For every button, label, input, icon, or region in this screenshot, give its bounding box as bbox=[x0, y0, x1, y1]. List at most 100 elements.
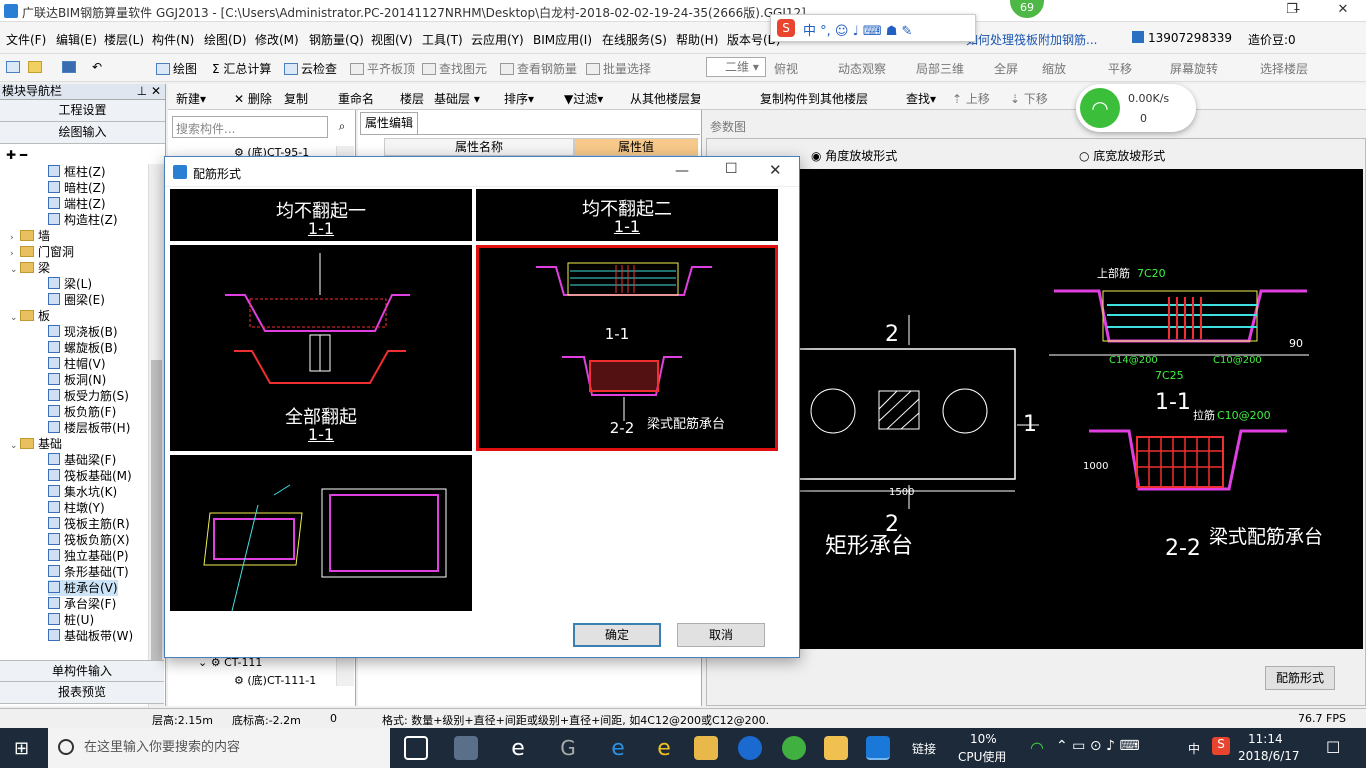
menu-file[interactable]: 文件(F) bbox=[6, 31, 46, 48]
radio-width-slope[interactable]: ○ 底宽放坡形式 bbox=[1079, 147, 1165, 164]
restore-button[interactable]: ❐ bbox=[1282, 2, 1302, 20]
find-element-button[interactable]: 查找图元 bbox=[422, 60, 487, 77]
filter-button[interactable]: ▼过滤▾ bbox=[564, 90, 603, 107]
floor-select[interactable]: 基础层 ▾ bbox=[434, 90, 480, 107]
copy-button[interactable]: 复制 bbox=[284, 90, 308, 107]
menu-component[interactable]: 构件(N) bbox=[152, 31, 194, 48]
draw-button[interactable]: 绘图 bbox=[156, 60, 197, 77]
top-view-button[interactable]: 俯视 bbox=[774, 60, 798, 77]
taskbar-search-input[interactable]: 在这里输入你要搜索的内容 bbox=[48, 728, 390, 768]
batch-select-button[interactable]: 批量选择 bbox=[586, 60, 651, 77]
fullscreen-button[interactable]: 全屏 bbox=[994, 60, 1018, 77]
notice-link[interactable]: 如何处理筏板附加钢筋... bbox=[966, 31, 1097, 48]
task-view-icon[interactable] bbox=[404, 736, 428, 760]
nav-item-26[interactable]: 桩承台(V) bbox=[48, 580, 118, 596]
single-input-button[interactable]: 单构件输入 bbox=[0, 660, 164, 682]
expand-collapse-icon[interactable]: ✚ ━ bbox=[0, 144, 165, 162]
option-beam-cap[interactable]: 1-1 2-2 梁式配筋承台 bbox=[476, 245, 778, 451]
menu-draw[interactable]: 绘图(D) bbox=[204, 31, 247, 48]
search-icon[interactable]: ⌕ bbox=[332, 116, 352, 138]
fan-app-icon[interactable] bbox=[454, 736, 478, 760]
nav-item-2[interactable]: 端柱(Z) bbox=[48, 196, 106, 212]
nav-scrollbar[interactable] bbox=[148, 164, 164, 738]
dialog-close-button[interactable]: ✕ bbox=[769, 161, 782, 179]
screen-rotate-button[interactable]: 屏幕旋转 bbox=[1170, 60, 1218, 77]
option-all-bent[interactable]: 全部翻起 1-1 bbox=[170, 245, 472, 451]
dialog-maximize-button[interactable]: ☐ bbox=[725, 161, 738, 177]
zoom-button[interactable]: 缩放 bbox=[1042, 60, 1066, 77]
new-file-icon[interactable] bbox=[6, 60, 23, 74]
rename-button[interactable]: 重命名 bbox=[338, 90, 374, 107]
new-component-button[interactable]: 新建▾ bbox=[176, 90, 206, 107]
option-cap-plan[interactable] bbox=[170, 455, 472, 611]
user-phone[interactable]: 13907298339 bbox=[1132, 31, 1232, 45]
ime-lang-icon[interactable]: 中 °, ☺ ♩ ⌨ ☗ ✎ bbox=[803, 20, 912, 39]
explorer-icon[interactable] bbox=[694, 736, 718, 760]
menu-floor[interactable]: 楼层(L) bbox=[104, 31, 144, 48]
nav-item-11[interactable]: 螺旋板(B) bbox=[48, 340, 118, 356]
undo-icon[interactable]: ↶ bbox=[92, 60, 102, 74]
menu-modify[interactable]: 修改(M) bbox=[255, 31, 299, 48]
copy-to-floor-button[interactable]: 复制构件到其他楼层 bbox=[760, 90, 868, 107]
select-floor-button[interactable]: 选择楼层 bbox=[1260, 60, 1308, 77]
nav-item-14[interactable]: 板受力筋(S) bbox=[48, 388, 129, 404]
nav-item-24[interactable]: 独立基础(P) bbox=[48, 548, 129, 564]
nav-item-7[interactable]: 梁(L) bbox=[48, 276, 92, 292]
menu-tools[interactable]: 工具(T) bbox=[422, 31, 463, 48]
nav-item-5[interactable]: › 门窗洞 bbox=[10, 244, 74, 260]
menu-edit[interactable]: 编辑(E) bbox=[56, 31, 97, 48]
menu-rebar-qty[interactable]: 钢筋量(Q) bbox=[309, 31, 364, 48]
view-mode-select[interactable]: 二维 ▾ bbox=[706, 57, 766, 77]
nav-item-28[interactable]: 桩(U) bbox=[48, 612, 94, 628]
cost-beans[interactable]: 造价豆:0 bbox=[1248, 31, 1296, 48]
wifi-widget[interactable]: ◠ 0.00K/s 0 bbox=[1076, 84, 1196, 132]
nav-item-1[interactable]: 暗柱(Z) bbox=[48, 180, 106, 196]
cloud-check-button[interactable]: 云检查 bbox=[284, 60, 337, 77]
close-window-button[interactable]: ✕ bbox=[1320, 0, 1366, 22]
tree-toggle-icon[interactable]: ⌄ bbox=[10, 438, 20, 454]
clock-date[interactable]: 2018/6/17 bbox=[1238, 749, 1300, 763]
nav-item-27[interactable]: 承台梁(F) bbox=[48, 596, 116, 612]
nav-item-17[interactable]: ⌄ 基础 bbox=[10, 436, 62, 452]
ime-lang[interactable]: 中 bbox=[1188, 740, 1200, 757]
nav-item-29[interactable]: 基础板带(W) bbox=[48, 628, 133, 644]
tree-toggle-icon[interactable]: ⌄ bbox=[10, 310, 20, 326]
glodon-icon[interactable] bbox=[738, 736, 762, 760]
move-down-button[interactable]: ⇣ 下移 bbox=[1010, 90, 1048, 107]
nav-item-3[interactable]: 构造柱(Z) bbox=[48, 212, 118, 228]
nav-item-4[interactable]: › 墙 bbox=[10, 228, 50, 244]
nav-item-13[interactable]: 板洞(N) bbox=[48, 372, 106, 388]
notes-icon[interactable] bbox=[824, 736, 848, 760]
move-up-button[interactable]: ⇡ 上移 bbox=[952, 90, 990, 107]
nav-item-18[interactable]: 基础梁(F) bbox=[48, 452, 116, 468]
nav-item-10[interactable]: 现浇板(B) bbox=[48, 324, 118, 340]
ok-button[interactable]: 确定 bbox=[573, 623, 661, 647]
nav-item-21[interactable]: 柱墩(Y) bbox=[48, 500, 105, 516]
dynamic-orbit-button[interactable]: 动态观察 bbox=[838, 60, 886, 77]
flush-slab-top-button[interactable]: 平齐板顶 bbox=[350, 60, 415, 77]
menu-bim[interactable]: BIM应用(I) bbox=[533, 31, 592, 48]
nav-item-23[interactable]: 筏板负筋(X) bbox=[48, 532, 130, 548]
ie2-icon[interactable]: e bbox=[652, 736, 676, 761]
browser-icon[interactable]: G bbox=[556, 736, 580, 760]
view-rebar-qty-button[interactable]: 查看钢筋量 bbox=[500, 60, 577, 77]
tab-property-edit[interactable]: 属性编辑 bbox=[360, 112, 418, 134]
pan-button[interactable]: 平移 bbox=[1108, 60, 1132, 77]
nav-item-0[interactable]: 框柱(Z) bbox=[48, 164, 106, 180]
copy-from-floor-button[interactable]: 从其他楼层复制构件 bbox=[630, 90, 700, 107]
drawing-input-button[interactable]: 绘图输入 bbox=[0, 122, 165, 144]
sogou-tray-icon[interactable]: S bbox=[1212, 737, 1230, 755]
menu-view[interactable]: 视图(V) bbox=[371, 31, 413, 48]
open-file-icon[interactable] bbox=[28, 60, 45, 74]
ggj-app-icon[interactable] bbox=[866, 736, 890, 760]
rebar-form-button[interactable]: 配筋形式 bbox=[1265, 666, 1335, 690]
tray-icons[interactable]: ⌃ ▭ ⊙ ♪ ⌨ bbox=[1056, 738, 1140, 754]
nav-item-22[interactable]: 筏板主筋(R) bbox=[48, 516, 130, 532]
nav-item-12[interactable]: 柱帽(V) bbox=[48, 356, 106, 372]
nav-item-9[interactable]: ⌄ 板 bbox=[10, 308, 50, 324]
clock-time[interactable]: 11:14 bbox=[1248, 732, 1283, 746]
nav-item-25[interactable]: 条形基础(T) bbox=[48, 564, 129, 580]
dialog-minimize-button[interactable]: — bbox=[675, 163, 689, 179]
ime-toolbar[interactable]: S 中 °, ☺ ♩ ⌨ ☗ ✎ bbox=[770, 14, 976, 42]
nav-item-20[interactable]: 集水坑(K) bbox=[48, 484, 117, 500]
